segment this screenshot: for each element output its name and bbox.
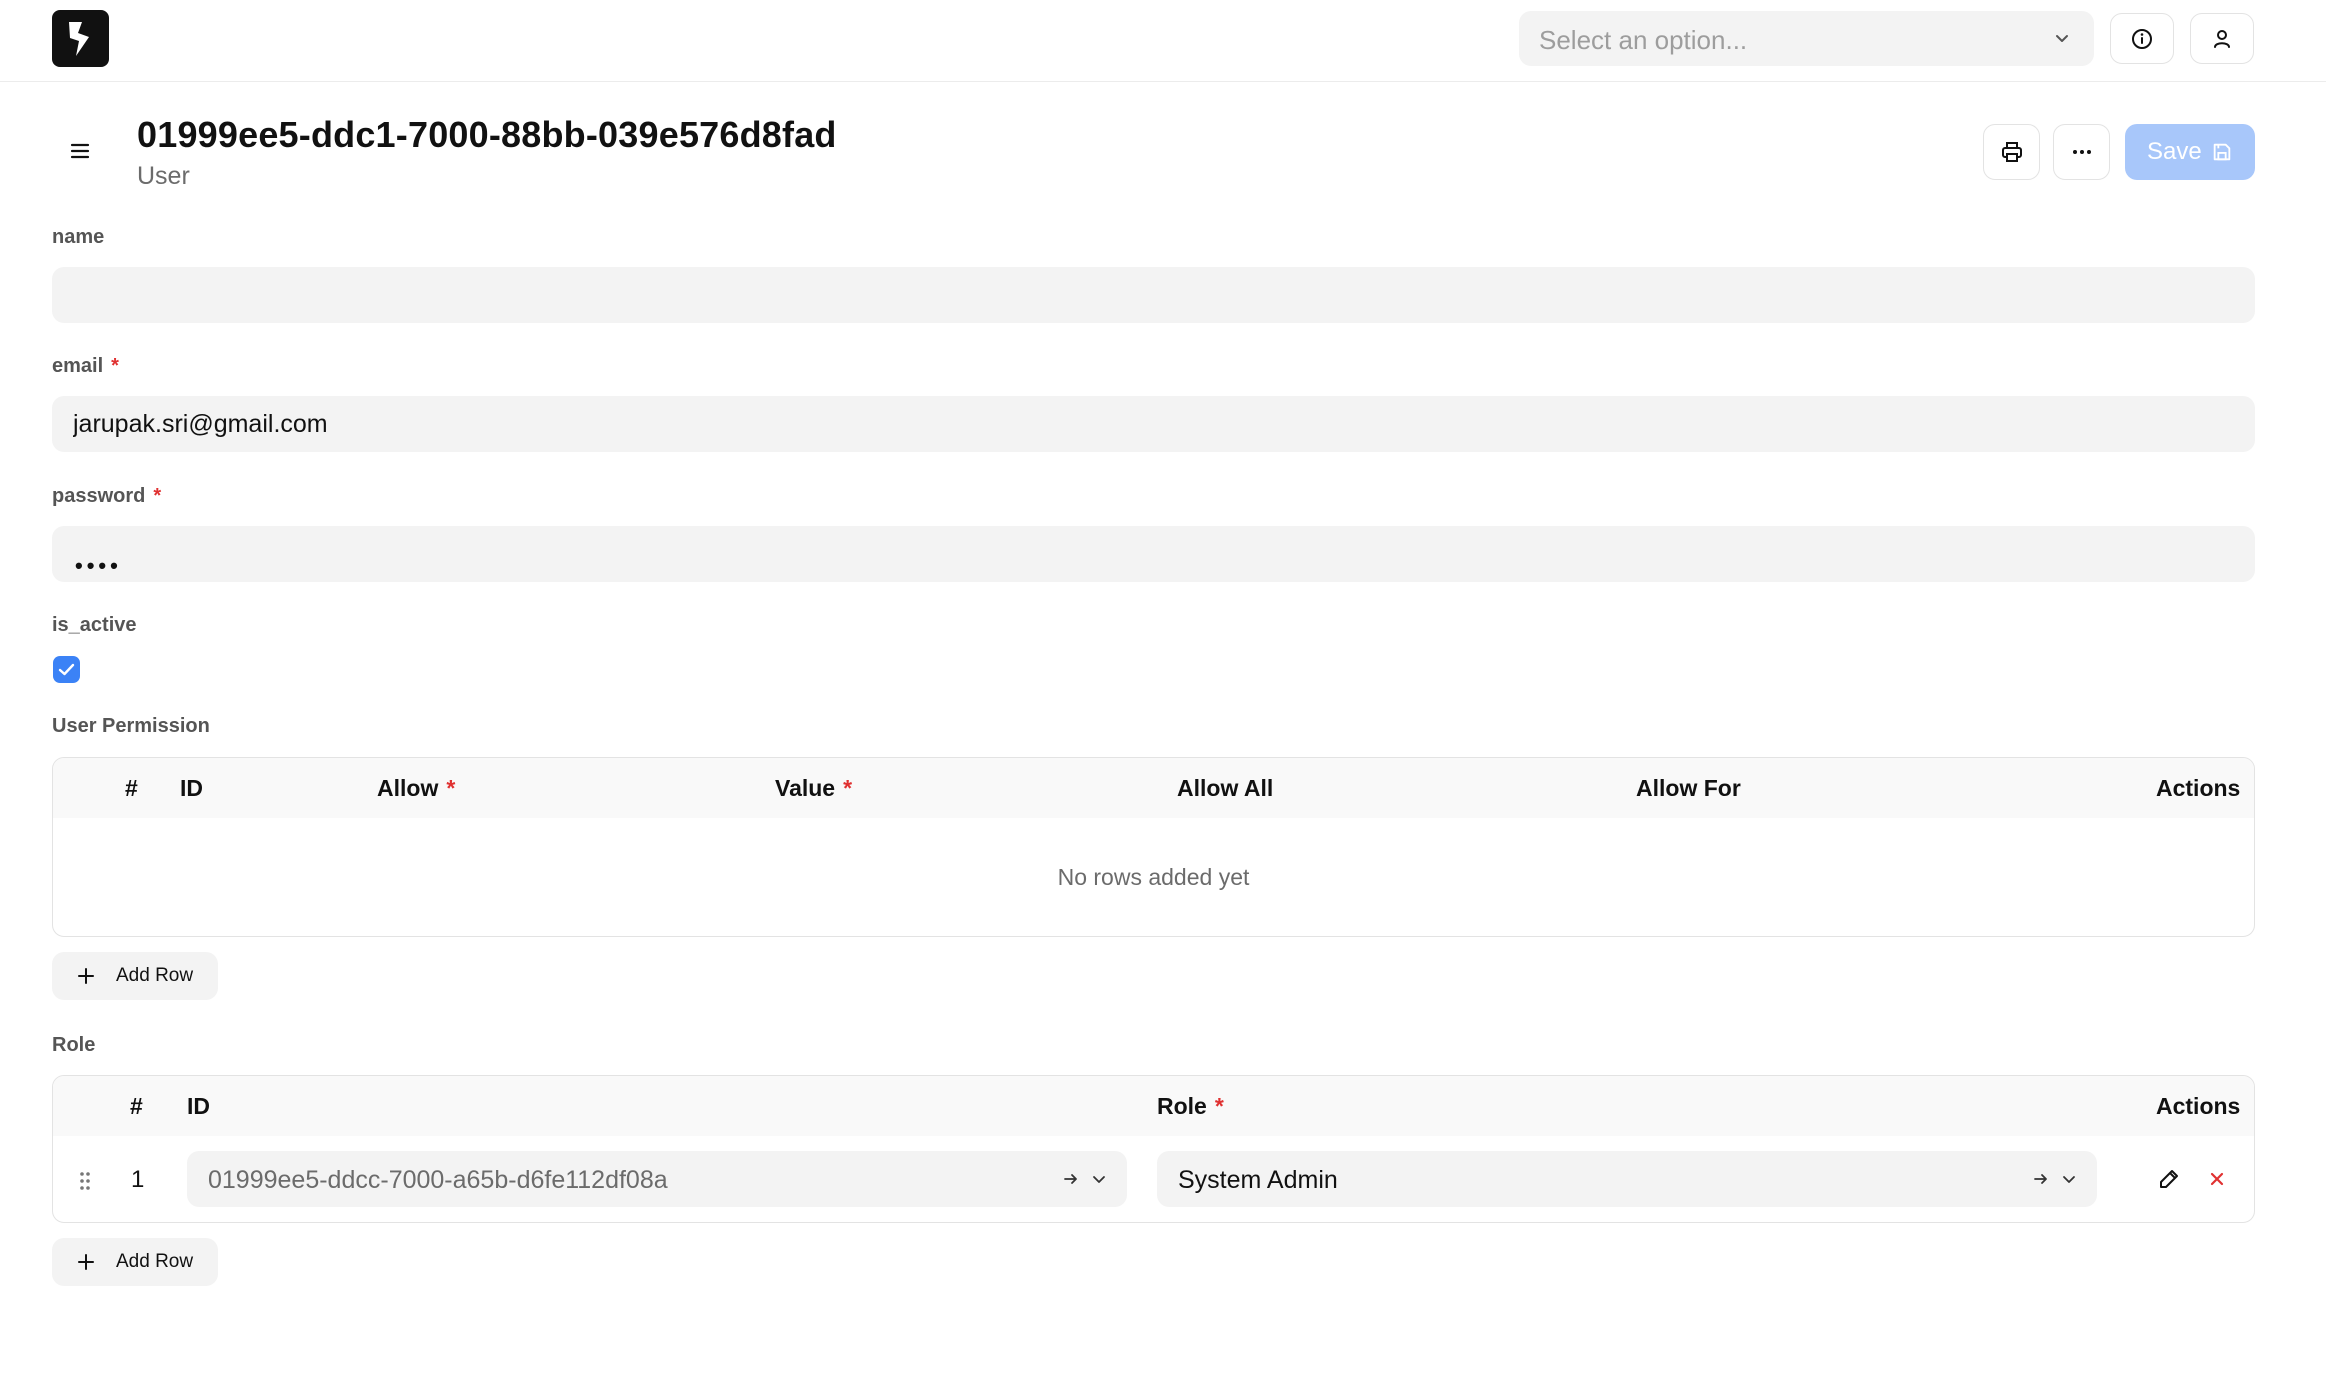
info-button[interactable] — [2110, 13, 2174, 64]
save-label: Save — [2147, 138, 2202, 165]
top-bar: Select an option... — [0, 0, 2326, 82]
table-header: # ID Allow * Value * Allow All Allow For A… — [53, 758, 2254, 818]
arrow-right-icon[interactable] — [2032, 1170, 2050, 1188]
required-mark: * — [153, 485, 162, 507]
plus-icon — [78, 1254, 94, 1270]
chevron-down-icon — [2052, 28, 2072, 53]
col-id: ID — [187, 1093, 210, 1119]
user-permission-table: # ID Allow * Value * Allow All Allow For A… — [52, 757, 2255, 937]
save-button[interactable]: Save — [2125, 124, 2255, 180]
table-header: # ID Role * Actions — [53, 1076, 2254, 1136]
password-label: password * — [52, 485, 162, 507]
add-row-label: Add Row — [116, 965, 194, 986]
drag-handle-icon[interactable] — [77, 1170, 93, 1192]
add-row-label: Add Row — [116, 1251, 194, 1272]
password-masked-value: •••• — [75, 553, 122, 578]
name-field[interactable] — [52, 267, 2255, 323]
add-row-button[interactable]: Add Row — [52, 952, 218, 1000]
save-icon — [2213, 143, 2231, 161]
col-allow-for: Allow For — [1636, 775, 1741, 801]
edit-icon[interactable] — [2157, 1167, 2181, 1191]
row-index: 1 — [131, 1166, 145, 1193]
more-options-button[interactable] — [2053, 124, 2110, 180]
col-value: Value * — [775, 775, 853, 801]
page-title: 01999ee5-ddc1-7000-88bb-039e576d8fad — [137, 114, 837, 155]
chevron-down-icon[interactable] — [2060, 1170, 2078, 1188]
col-index: # — [125, 775, 138, 801]
check-icon — [58, 663, 75, 676]
col-actions: Actions — [2156, 775, 2241, 801]
password-field[interactable] — [52, 526, 2255, 582]
row-role-link-field[interactable]: System Admin — [1157, 1151, 2097, 1207]
row-id-link-field[interactable]: 01999ee5-ddcc-7000-a65b-d6fe112df08a — [187, 1151, 1127, 1207]
email-field[interactable] — [52, 396, 2255, 452]
row-role-value: System Admin — [1178, 1166, 1338, 1194]
role-table: # ID Role * Actions 1 01999ee5-ddcc-7000-… — [52, 1075, 2255, 1223]
user-permission-label: User Permission — [52, 715, 210, 737]
print-button[interactable] — [1983, 124, 2040, 180]
name-label: name — [52, 226, 105, 248]
col-id: ID — [180, 775, 203, 801]
select-placeholder: Select an option... — [1539, 25, 1748, 55]
menu-icon[interactable] — [70, 142, 90, 165]
col-role: Role * — [1157, 1093, 1224, 1119]
empty-message: No rows added yet — [1057, 864, 1250, 890]
chevron-down-icon[interactable] — [1090, 1170, 1108, 1188]
email-label: email * — [52, 355, 119, 377]
add-row-button[interactable]: Add Row — [52, 1238, 218, 1286]
delete-icon[interactable] — [2208, 1170, 2226, 1188]
row-id-value: 01999ee5-ddcc-7000-a65b-d6fe112df08a — [208, 1166, 668, 1194]
col-allow-all: Allow All — [1177, 775, 1274, 801]
col-actions: Actions — [2156, 1093, 2241, 1119]
col-allow: Allow * — [377, 775, 456, 801]
is-active-checkbox[interactable] — [53, 656, 80, 683]
more-icon — [2072, 150, 2091, 154]
required-mark: * — [111, 355, 119, 377]
col-index: # — [130, 1093, 143, 1119]
user-menu-button[interactable] — [2190, 13, 2254, 64]
role-label: Role — [52, 1034, 96, 1056]
page-subtitle: User — [137, 162, 190, 190]
printer-icon — [2001, 142, 2022, 162]
awesome-bar-select[interactable]: Select an option... — [1519, 11, 2094, 66]
logo-icon[interactable] — [52, 10, 109, 67]
is-active-label: is_active — [52, 614, 137, 636]
plus-icon — [78, 968, 94, 984]
info-icon — [2132, 28, 2152, 49]
user-icon — [2214, 29, 2230, 48]
arrow-right-icon[interactable] — [1062, 1170, 1080, 1188]
